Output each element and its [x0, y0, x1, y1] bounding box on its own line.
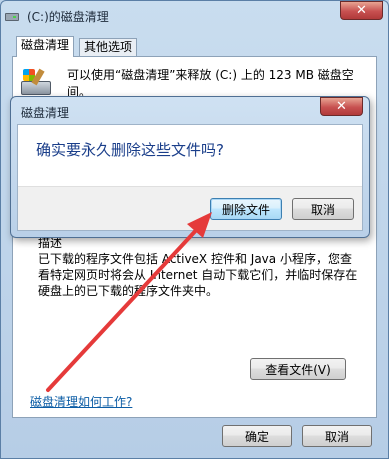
- dialog-footer: 删除文件 取消: [18, 186, 362, 230]
- tab-disk-cleanup[interactable]: 磁盘清理: [16, 36, 75, 57]
- dialog-close-button[interactable]: ✕: [320, 97, 363, 116]
- view-files-button[interactable]: 查看文件(V): [250, 358, 346, 380]
- disk-cleanup-app-icon: [5, 9, 21, 23]
- window-titlebar: (C:)的磁盘清理: [5, 7, 109, 25]
- window-title: (C:)的磁盘清理: [27, 9, 109, 24]
- cancel-button[interactable]: 取消: [302, 425, 372, 447]
- description-text: 已下载的程序文件包括 ActiveX 控件和 Java 小程序，您查看特定网页时…: [38, 252, 358, 298]
- tab-more-options[interactable]: 其他选项: [79, 38, 138, 57]
- confirm-dialog: 磁盘清理 ✕ 确实要永久删除这些文件吗? 删除文件 取消: [10, 96, 370, 238]
- dialog-cancel-button[interactable]: 取消: [292, 198, 354, 220]
- dialog-question: 确实要永久删除这些文件吗?: [36, 141, 224, 159]
- dialog-body: 确实要永久删除这些文件吗? 删除文件 取消: [17, 124, 363, 231]
- window-close-button[interactable]: ✕: [340, 1, 383, 20]
- delete-files-button[interactable]: 删除文件: [210, 198, 282, 220]
- how-it-works-link[interactable]: 磁盘清理如何工作?: [30, 393, 132, 410]
- dialog-title: 磁盘清理: [21, 106, 70, 120]
- ok-button[interactable]: 确定: [222, 425, 292, 447]
- disk-cleanup-icon: [21, 67, 57, 99]
